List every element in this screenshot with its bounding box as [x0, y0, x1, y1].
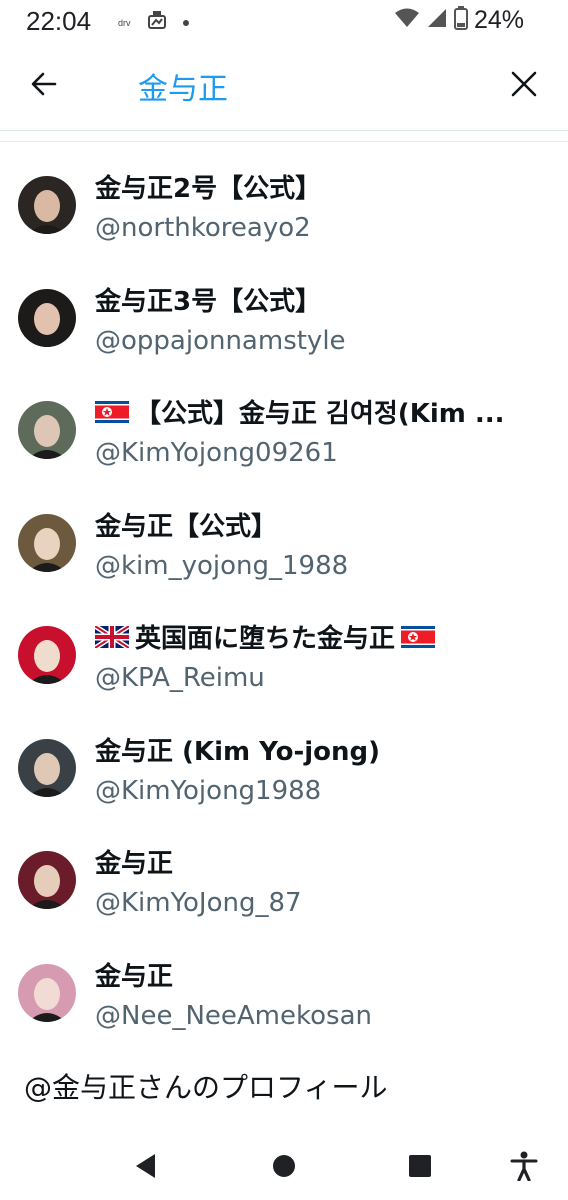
avatar[interactable] — [18, 288, 76, 347]
system-nav-bar — [0, 1130, 568, 1200]
search-results-list: 金与正2号【公式】 @northkoreayo2 金与正3号【公式】 @oppajon… — [0, 150, 568, 1050]
wifi-icon — [394, 7, 420, 34]
result-text: 英国面に堕ちた金与正 @KPA_Reimu — [95, 618, 546, 693]
user-handle: @KimYoJong_87 — [95, 888, 302, 918]
search-result-row[interactable]: 金与正2号【公式】 @northkoreayo2 — [0, 150, 568, 263]
result-text: 金与正 (Kim Yo-jong) @KimYojong1988 — [95, 731, 546, 806]
user-handle: @northkoreayo2 — [95, 213, 311, 243]
avatar[interactable] — [18, 963, 76, 1022]
nav-recents-button[interactable] — [400, 1146, 440, 1186]
search-result-row[interactable]: 【公式】金与正 김여정(Kim ... @KimYojong09261 — [0, 375, 568, 488]
notification-icons: drv — [118, 10, 189, 35]
display-name-text: 金与正 — [95, 961, 174, 992]
display-name-text: 金与正2号【公式】 — [95, 174, 322, 204]
result-text: 金与正2号【公式】 @northkoreayo2 — [95, 168, 546, 243]
battery-icon — [453, 6, 468, 35]
display-name-text: 【公式】金与正 김여정(Kim ... — [135, 399, 505, 429]
triangle-back-icon — [136, 1154, 155, 1178]
avatar[interactable] — [18, 626, 76, 684]
close-icon — [511, 71, 537, 97]
display-name: 金与正【公式】 — [95, 506, 546, 543]
battery-percent: 24% — [473, 6, 524, 34]
user-handle: @Nee_NeeAmekosan — [95, 1000, 372, 1031]
search-result-row[interactable]: 金与正【公式】 @kim_yojong_1988 — [0, 488, 568, 601]
search-header: 金与正 — [0, 44, 568, 120]
photo-notification-icon — [147, 10, 167, 35]
north-korea-flag-icon — [401, 625, 436, 648]
display-name-text: 金与正【公式】 — [95, 511, 278, 542]
arrow-left-icon — [31, 72, 57, 96]
avatar[interactable] — [18, 738, 76, 797]
uk-flag-icon — [95, 625, 129, 648]
result-text: 金与正3号【公式】 @oppajonnamstyle — [95, 281, 546, 356]
display-name-text: 金与正 — [95, 849, 174, 879]
north-korea-flag-icon — [95, 400, 129, 423]
display-name: 金与正 (Kim Yo-jong) — [95, 731, 546, 768]
user-handle: @KimYojong1988 — [95, 775, 322, 806]
display-name: 金与正2号【公式】 — [95, 168, 546, 205]
display-name-text: 金与正 (Kim Yo-jong) — [95, 736, 381, 767]
result-text: 【公式】金与正 김여정(Kim ... @KimYojong09261 — [95, 393, 546, 468]
user-handle: @KPA_Reimu — [95, 663, 265, 693]
result-text: 金与正 @KimYoJong_87 — [95, 843, 546, 918]
display-name: 金与正 — [95, 843, 546, 880]
clear-search-button[interactable] — [502, 62, 546, 106]
search-result-row[interactable]: 英国面に堕ちた金与正 @KPA_Reimu — [0, 600, 568, 713]
circle-home-icon — [273, 1155, 295, 1177]
signal-icon — [426, 7, 448, 34]
nav-home-button[interactable] — [264, 1146, 304, 1186]
nav-back-button[interactable] — [126, 1146, 166, 1186]
result-text: 金与正 @Nee_NeeAmekosan — [95, 956, 546, 1031]
avatar[interactable] — [18, 176, 76, 234]
user-handle: @KimYojong09261 — [95, 438, 338, 468]
user-handle: @kim_yojong_1988 — [95, 550, 349, 581]
avatar[interactable] — [18, 401, 76, 459]
search-result-row[interactable]: 金与正 (Kim Yo-jong) @KimYojong1988 — [0, 713, 568, 826]
more-notifications-icon — [182, 19, 189, 26]
status-right: 24% — [394, 6, 524, 35]
display-name: 【公式】金与正 김여정(Kim ... — [95, 393, 546, 430]
accessibility-icon — [510, 1151, 538, 1181]
profile-link[interactable]: @金与正さんのプロフィール — [24, 1066, 387, 1106]
result-text: 金与正【公式】 @kim_yojong_1988 — [95, 506, 546, 581]
display-name: 金与正3号【公式】 — [95, 281, 546, 318]
display-name: 金与正 — [95, 956, 546, 993]
status-time: 22:04 — [26, 6, 92, 36]
avatar[interactable] — [18, 513, 76, 572]
search-input[interactable]: 金与正 — [138, 64, 228, 108]
search-result-row[interactable]: 金与正 @Nee_NeeAmekosan — [0, 938, 568, 1051]
display-name-text: 金与正3号【公式】 — [95, 286, 322, 317]
nav-accessibility-button[interactable] — [504, 1146, 544, 1186]
drv-app-icon: drv — [118, 17, 131, 28]
header-divider — [0, 130, 568, 131]
status-bar: 22:04 drv 24% — [0, 0, 568, 44]
display-name: 英国面に堕ちた金与正 — [95, 618, 546, 655]
search-result-row[interactable]: 金与正3号【公式】 @oppajonnamstyle — [0, 263, 568, 376]
avatar[interactable] — [18, 851, 76, 909]
back-button[interactable] — [22, 62, 66, 106]
user-handle: @oppajonnamstyle — [95, 325, 346, 356]
display-name-text: 英国面に堕ちた金与正 — [135, 624, 396, 654]
results-divider — [0, 141, 568, 142]
square-recents-icon — [409, 1155, 431, 1177]
search-result-row[interactable]: 金与正 @KimYoJong_87 — [0, 825, 568, 938]
